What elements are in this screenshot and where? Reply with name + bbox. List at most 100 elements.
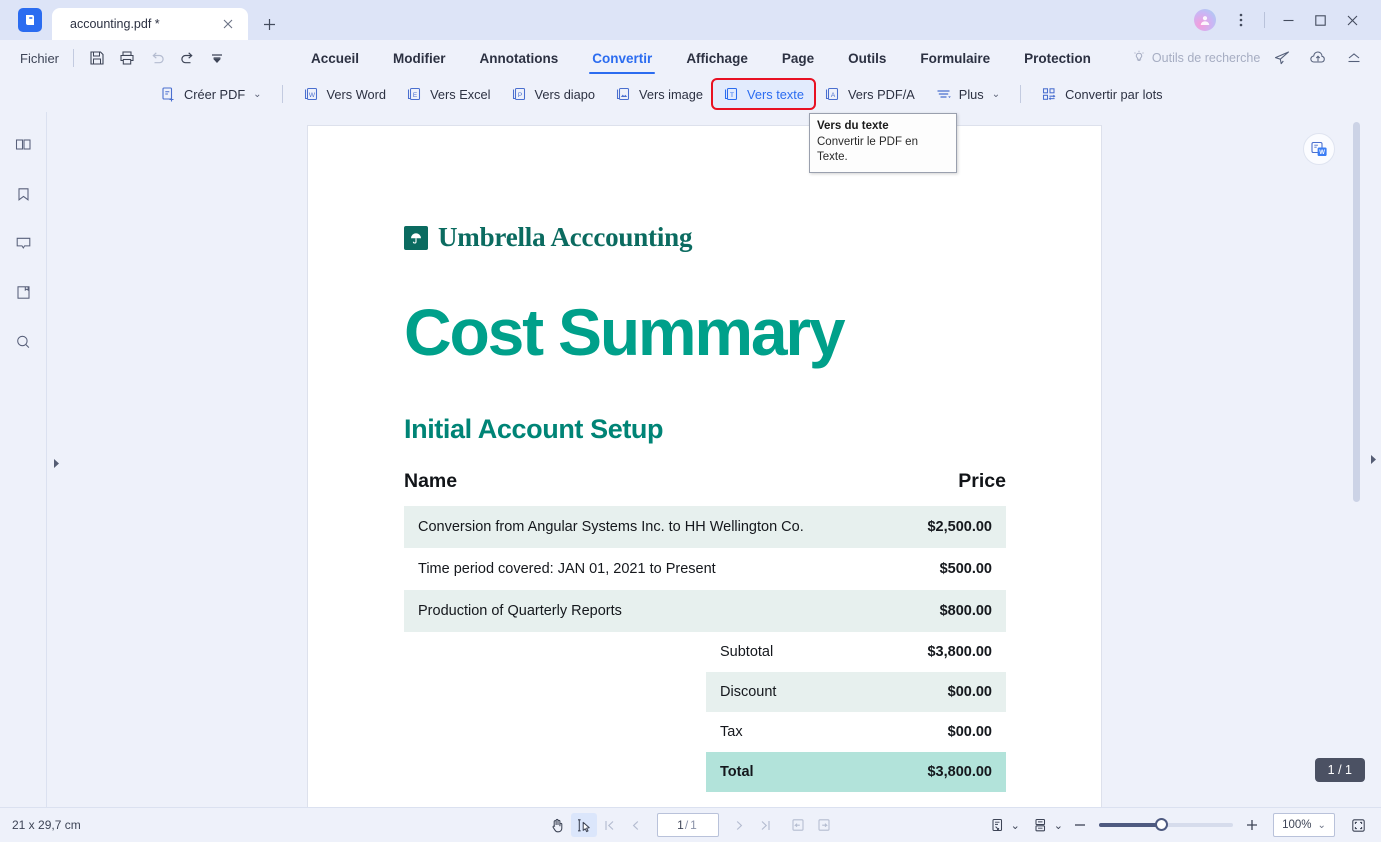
to-pdfa-button[interactable]: A Vers PDF/A xyxy=(814,80,925,108)
table-header-row: Name Price xyxy=(404,470,1006,506)
to-excel-button[interactable]: E Vers Excel xyxy=(396,80,500,108)
brand-name: Umbrella Acccounting xyxy=(438,222,693,252)
summary-label: Total xyxy=(706,752,848,792)
to-ppt-label: Vers diapo xyxy=(534,86,596,102)
document-title: Cost Summary xyxy=(404,295,846,369)
maximize-icon[interactable] xyxy=(1305,5,1335,35)
to-image-label: Vers image xyxy=(639,86,704,102)
vertical-scrollbar[interactable] xyxy=(1353,122,1360,502)
divider xyxy=(73,49,75,67)
last-page-icon[interactable] xyxy=(753,813,779,837)
to-word-icon: W xyxy=(303,86,320,103)
file-menu[interactable]: Fichier xyxy=(14,51,65,66)
create-pdf-button[interactable]: Créer PDF ⌄ xyxy=(150,80,272,108)
expand-left-panel-arrow[interactable] xyxy=(50,457,62,469)
print-icon[interactable] xyxy=(112,43,142,73)
page-separator: / xyxy=(684,818,689,832)
pdf-editor-window: accounting.pdf * Fichier Accueil Modifie… xyxy=(0,0,1381,842)
zoom-slider-knob[interactable] xyxy=(1155,818,1168,831)
send-icon[interactable] xyxy=(1267,43,1297,73)
zoom-out-icon[interactable] xyxy=(1067,813,1093,837)
ribbon-tab-convertir[interactable]: Convertir xyxy=(575,40,669,76)
ribbon-tab-outils[interactable]: Outils xyxy=(831,40,903,76)
select-tool-icon[interactable] xyxy=(570,813,597,837)
to-pdfa-icon: A xyxy=(824,86,841,103)
ribbon-tab-protection[interactable]: Protection xyxy=(1007,40,1108,76)
to-text-button[interactable]: T Vers texte xyxy=(711,78,816,110)
to-excel-icon: E xyxy=(406,86,423,103)
more-options-button[interactable]: Plus ⌄ xyxy=(925,80,1010,108)
minimize-icon[interactable] xyxy=(1273,5,1303,35)
customize-dropdown-icon[interactable] xyxy=(202,43,232,73)
more-options-label: Plus xyxy=(958,86,984,102)
sidebar-item-thumbnails[interactable] xyxy=(8,132,38,160)
undo-icon[interactable] xyxy=(142,43,172,73)
menu-bar: Fichier Accueil Modifier Annotations Con… xyxy=(0,40,1381,76)
summary-row-total: Total $3,800.00 xyxy=(706,752,1006,792)
hand-tool-icon[interactable] xyxy=(545,813,571,837)
avatar[interactable] xyxy=(1194,9,1216,31)
fit-width-icon[interactable] xyxy=(785,813,811,837)
ribbon-tab-affichage[interactable]: Affichage xyxy=(669,40,765,76)
zoom-slider[interactable] xyxy=(1099,816,1233,834)
ribbon-tab-formulaire[interactable]: Formulaire xyxy=(903,40,1007,76)
sidebar-item-comment[interactable] xyxy=(8,230,38,258)
status-bar-right-tools: ⌄ ⌄ 100% ⌄ xyxy=(985,813,1371,837)
row-price: $500.00 xyxy=(939,561,992,577)
umbrella-logo-icon xyxy=(404,225,428,250)
chevron-down-icon[interactable]: ⌄ xyxy=(1011,819,1020,832)
summary-value: $3,800.00 xyxy=(927,644,992,660)
summary-value: $3,800.00 xyxy=(847,752,1006,792)
next-page-icon[interactable] xyxy=(727,813,753,837)
convert-to-word-floating-button[interactable]: W xyxy=(1303,133,1335,165)
document-viewport[interactable]: Umbrella Acccounting Cost Summary Initia… xyxy=(47,112,1381,807)
zoom-level-select[interactable]: 100% ⌄ xyxy=(1273,813,1335,837)
summary-row: Subtotal $3,800.00 xyxy=(706,632,1006,672)
zoom-in-icon[interactable] xyxy=(1239,813,1265,837)
chevron-down-icon[interactable]: ⌄ xyxy=(1054,819,1063,832)
ribbon-tab-annotations[interactable]: Annotations xyxy=(463,40,576,76)
to-pdfa-label: Vers PDF/A xyxy=(847,86,915,102)
ribbon-tab-page[interactable]: Page xyxy=(765,40,831,76)
more-vertical-icon[interactable] xyxy=(1226,5,1256,35)
summary-row: Tax $00.00 xyxy=(706,712,1006,752)
first-page-icon[interactable] xyxy=(597,813,623,837)
summary-table: Subtotal $3,800.00 Discount $00.00 Tax $… xyxy=(706,632,1006,792)
cloud-upload-icon[interactable] xyxy=(1303,43,1333,73)
status-bar: 21 x 29,7 cm 1/1 ⌄ ⌄ 100% ⌄ xyxy=(0,807,1381,842)
ribbon-tabs: Accueil Modifier Annotations Convertir A… xyxy=(294,40,1108,76)
menu-right-actions xyxy=(1267,43,1381,73)
ribbon-tab-accueil[interactable]: Accueil xyxy=(294,40,376,76)
save-icon[interactable] xyxy=(82,43,112,73)
to-word-button[interactable]: W Vers Word xyxy=(293,80,397,108)
page-size-label: 21 x 29,7 cm xyxy=(12,818,81,832)
tooltip-title: Vers du texte xyxy=(817,120,889,132)
to-image-icon xyxy=(615,86,632,103)
to-excel-label: Vers Excel xyxy=(430,86,491,102)
sidebar-item-attachment[interactable] xyxy=(8,279,38,307)
ribbon-toolbar: Créer PDF ⌄ W Vers Word E Vers Excel P V… xyxy=(0,76,1381,112)
collapse-right-panel-arrow[interactable] xyxy=(1367,453,1379,465)
window-close-icon[interactable] xyxy=(1337,5,1367,35)
close-icon[interactable] xyxy=(220,16,236,32)
to-ppt-button[interactable]: P Vers diapo xyxy=(501,80,605,108)
fit-page-icon[interactable] xyxy=(811,813,837,837)
new-tab-button[interactable] xyxy=(254,8,284,40)
page-layout-icon[interactable] xyxy=(985,813,1011,837)
fullscreen-icon[interactable] xyxy=(1345,813,1371,837)
sidebar-item-bookmark[interactable] xyxy=(8,181,38,209)
chevron-down-icon: ⌄ xyxy=(991,88,1001,100)
row-name: Conversion from Angular Systems Inc. to … xyxy=(404,506,908,548)
redo-icon[interactable] xyxy=(172,43,202,73)
ribbon-tab-modifier[interactable]: Modifier xyxy=(376,40,463,76)
scroll-mode-icon[interactable] xyxy=(1028,813,1054,837)
page-number-input[interactable]: 1/1 xyxy=(656,813,719,837)
document-tab[interactable]: accounting.pdf * xyxy=(52,8,248,40)
search-tools-button[interactable]: Outils de recherche xyxy=(1132,50,1260,67)
to-image-button[interactable]: Vers image xyxy=(605,80,713,108)
sidebar-item-search[interactable] xyxy=(8,328,38,356)
previous-page-icon[interactable] xyxy=(623,813,649,837)
batch-convert-button[interactable]: Convertir par lots xyxy=(1031,80,1172,108)
collapse-ribbon-icon[interactable] xyxy=(1339,43,1369,73)
svg-text:T: T xyxy=(730,92,734,99)
